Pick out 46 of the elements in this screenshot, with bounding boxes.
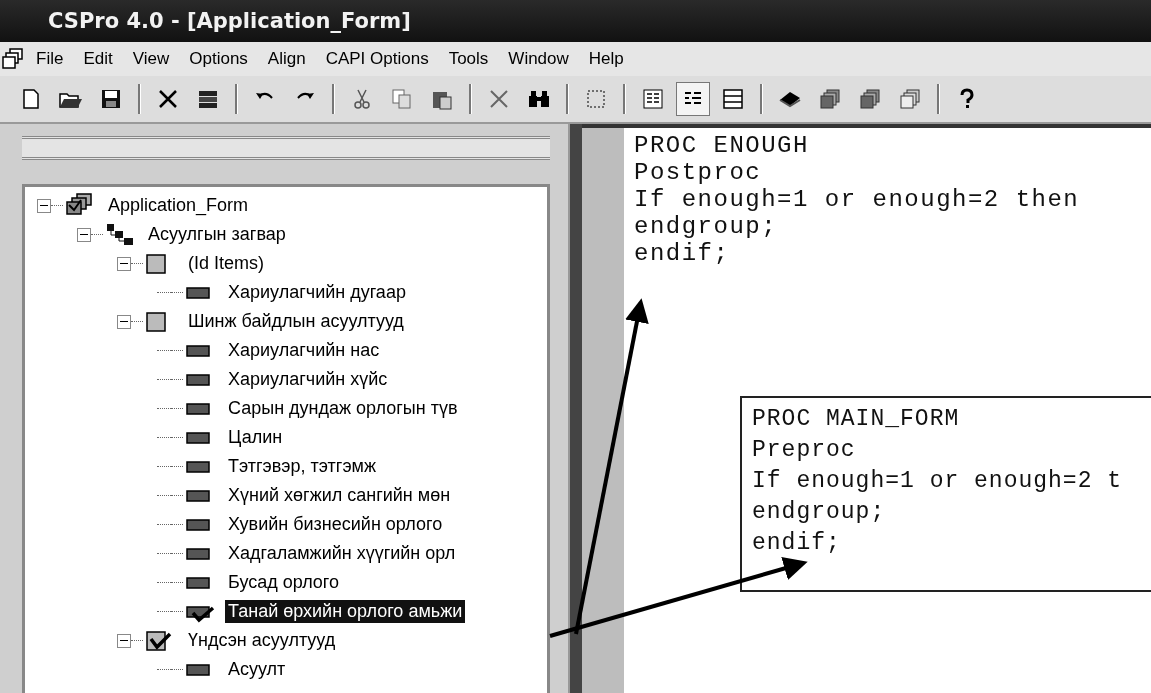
- menu-item[interactable]: Help: [588, 49, 624, 69]
- menu-item[interactable]: Window: [508, 49, 569, 69]
- menu-item[interactable]: File: [36, 49, 64, 69]
- code-line: Preproc: [752, 436, 857, 465]
- menu-item[interactable]: Tools: [448, 49, 489, 69]
- tree-item[interactable]: Сарын дундаж орлогын түв: [225, 397, 461, 420]
- code-line: PROC MAIN_FORM: [752, 405, 961, 434]
- menu-item[interactable]: CAPI Options: [325, 49, 429, 69]
- code-line: PROC ENOUGH: [634, 132, 810, 159]
- tree-item[interactable]: (Id Items): [185, 252, 267, 275]
- collapse-box[interactable]: [117, 314, 131, 329]
- code-line: Postproc: [634, 159, 763, 186]
- code-line: endgroup;: [752, 498, 887, 527]
- tree-item[interactable]: Цалин: [225, 426, 286, 449]
- pane-splitter[interactable]: [568, 124, 582, 693]
- tree-item[interactable]: Хариулагчийн нас: [225, 339, 383, 362]
- tree-item[interactable]: Тэтгэвэр, тэтгэмж: [225, 455, 379, 478]
- code-line: endif;: [752, 529, 842, 558]
- tree-item[interactable]: Хариулагчийн хүйс: [225, 368, 391, 391]
- code-editor[interactable]: PROC ENOUGH Postproc If enough=1 or enough=2 then endgroup; endif; PROC MAIN_FORM Preproc If enough=1 or enough=2 t endgroup; endif;: [582, 124, 1151, 693]
- tree-item[interactable]: Асуулт: [225, 658, 289, 681]
- tree-item[interactable]: Хадгаламжийн хүүгийн орл: [225, 542, 459, 565]
- tree-item[interactable]: Танай өрхийн орлого амьжи: [225, 600, 466, 623]
- menu-item[interactable]: Align: [267, 49, 306, 69]
- menu-item[interactable]: Edit: [83, 49, 113, 69]
- collapse-box[interactable]: [117, 633, 131, 648]
- stacked-windows-icon[interactable]: [2, 48, 24, 70]
- collapse-box[interactable]: [117, 256, 131, 271]
- tree-item[interactable]: Application_Form: [105, 194, 252, 217]
- tree-item[interactable]: Бусад орлого: [225, 571, 343, 594]
- collapse-box[interactable]: [77, 227, 91, 242]
- tree-item[interactable]: Хүний хөгжил сангийн мөн: [225, 484, 454, 507]
- tree-item[interactable]: Хувийн бизнесийн орлого: [225, 513, 446, 536]
- tree-item[interactable]: Асуулгын загвар: [145, 223, 289, 246]
- tree-item[interactable]: Хариулагчийн дугаар: [225, 281, 409, 304]
- list-icon[interactable]: [676, 82, 710, 116]
- menu-item[interactable]: Options: [189, 49, 248, 69]
- code-line: If enough=1 or enough=2 t: [752, 467, 1124, 496]
- code-line: If enough=1 or enough=2 then: [634, 186, 1080, 213]
- window-title: CSPro 4.0 - [Application_Form]: [48, 9, 411, 33]
- tree-item[interactable]: Шинж байдлын асуултууд: [185, 310, 407, 333]
- menu-item[interactable]: View: [132, 49, 170, 69]
- code-line: endgroup;: [634, 213, 779, 240]
- code-line: endif;: [634, 240, 731, 267]
- tree-item[interactable]: Үндсэн асуултууд: [185, 629, 339, 652]
- collapse-box[interactable]: [37, 198, 51, 213]
